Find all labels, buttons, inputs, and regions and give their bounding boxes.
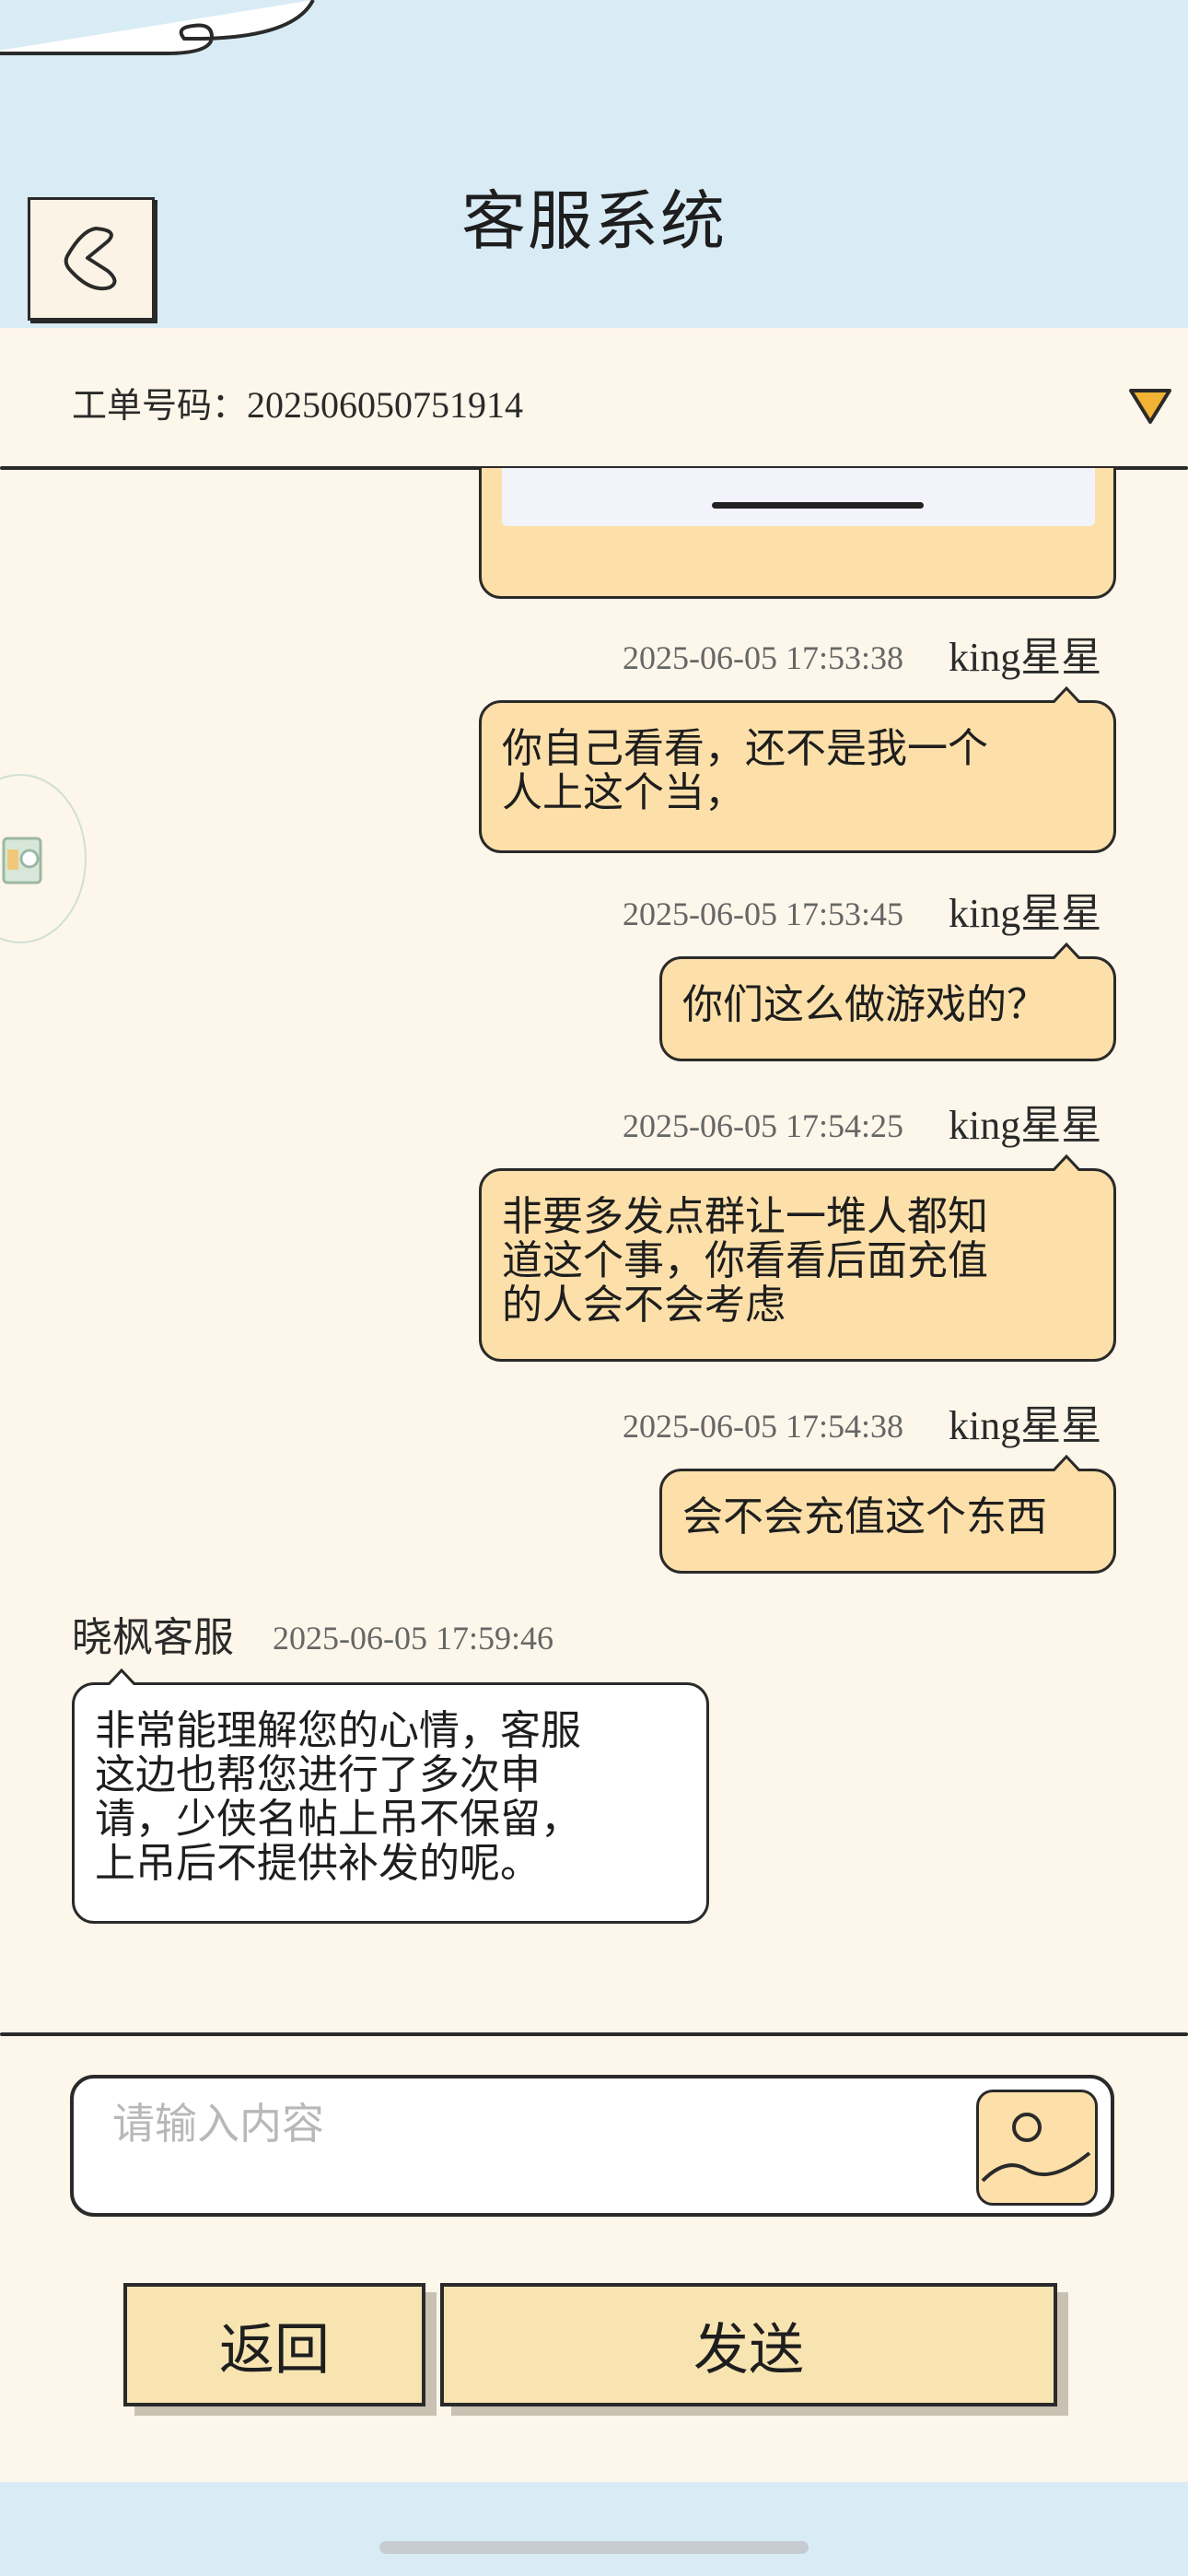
home-indicator[interactable] <box>379 2541 809 2554</box>
preview-home-bar <box>712 502 924 509</box>
message-time: 2025-06-05 17:59:46 <box>273 1620 553 1657</box>
message-line: 请，少侠名帖上吊不保留， <box>95 1796 581 1843</box>
image-preview <box>502 468 1095 526</box>
message-line: 会不会充值这个东西 <box>682 1493 1047 1540</box>
image-message-bubble[interactable] <box>479 468 1116 599</box>
message-sender: king星星 <box>949 1103 1102 1148</box>
message-sender: king星星 <box>949 1403 1102 1448</box>
message-line: 非要多发点群让一堆人都知 <box>502 1193 988 1240</box>
header-bar: 客服系统 <box>0 0 1188 328</box>
back-text-button[interactable]: 返回 <box>123 2283 425 2406</box>
message-time: 2025-06-05 17:54:38 <box>623 1408 903 1445</box>
image-upload-button[interactable] <box>976 2090 1098 2206</box>
message-line: 的人会不会考虑 <box>502 1282 786 1329</box>
user-message-bubble: 非要多发点群让一堆人都知 道这个事，你看看后面充值 的人会不会考虑 <box>479 1154 1116 1362</box>
message-time: 2025-06-05 17:54:25 <box>623 1107 903 1144</box>
cloud-decoration-icon <box>0 0 315 55</box>
message-line: 人上这个当， <box>502 769 745 816</box>
bubble-tail-icon <box>1053 943 1080 959</box>
message-input[interactable] <box>111 2095 943 2152</box>
divider-bottom <box>0 2032 1188 2036</box>
agent-message-bubble: 非常能理解您的心情，客服 这边也帮您进行了多次申 请，少侠名帖上吊不保留， 上吊… <box>72 1669 709 1924</box>
message-line: 非常能理解您的心情，客服 <box>95 1707 581 1754</box>
page-title: 客服系统 <box>461 183 727 259</box>
message-line: 道这个事，你看看后面充值 <box>502 1237 988 1284</box>
ticket-number: 工单号码：202506050751914 <box>72 378 523 433</box>
message-input-box[interactable] <box>70 2075 1114 2217</box>
image-upload-icon <box>981 2113 1091 2183</box>
dropdown-triangle-icon[interactable] <box>1127 385 1173 427</box>
bubble-tail-icon <box>1053 686 1080 703</box>
assistant-icon <box>2 837 42 884</box>
bubble-tail-icon <box>1053 1455 1080 1471</box>
message-sender: 晓枫客服 <box>72 1614 234 1661</box>
message-line: 你们这么做游戏的？ <box>682 981 1047 1028</box>
message-line: 上吊后不提供补发的呢。 <box>95 1840 541 1887</box>
message-sender: king星星 <box>949 891 1102 936</box>
bubble-tail-icon <box>108 1669 135 1685</box>
user-message-bubble: 会不会充值这个东西 <box>659 1455 1116 1574</box>
footer-bar <box>0 2482 1188 2576</box>
message-line: 你自己看看，还不是我一个 <box>502 725 988 772</box>
message-sender: king星星 <box>949 635 1102 680</box>
ticket-label-text: 工单号码： <box>72 385 248 426</box>
user-message-bubble: 你自己看看，还不是我一个 人上这个当， <box>479 686 1116 853</box>
chat-area[interactable]: 2025-06-05 17:53:38 king星星 你自己看看，还不是我一个 … <box>0 468 1188 2034</box>
message-time: 2025-06-05 17:53:45 <box>623 896 903 932</box>
user-message-bubble: 你们这么做游戏的？ <box>659 943 1116 1061</box>
ticket-number-value: 202506050751914 <box>247 384 524 426</box>
message-line: 这边也帮您进行了多次申 <box>95 1751 541 1798</box>
bubble-tail-icon <box>1053 1154 1080 1171</box>
message-time: 2025-06-05 17:53:38 <box>623 639 903 676</box>
send-button[interactable]: 发送 <box>440 2283 1057 2406</box>
